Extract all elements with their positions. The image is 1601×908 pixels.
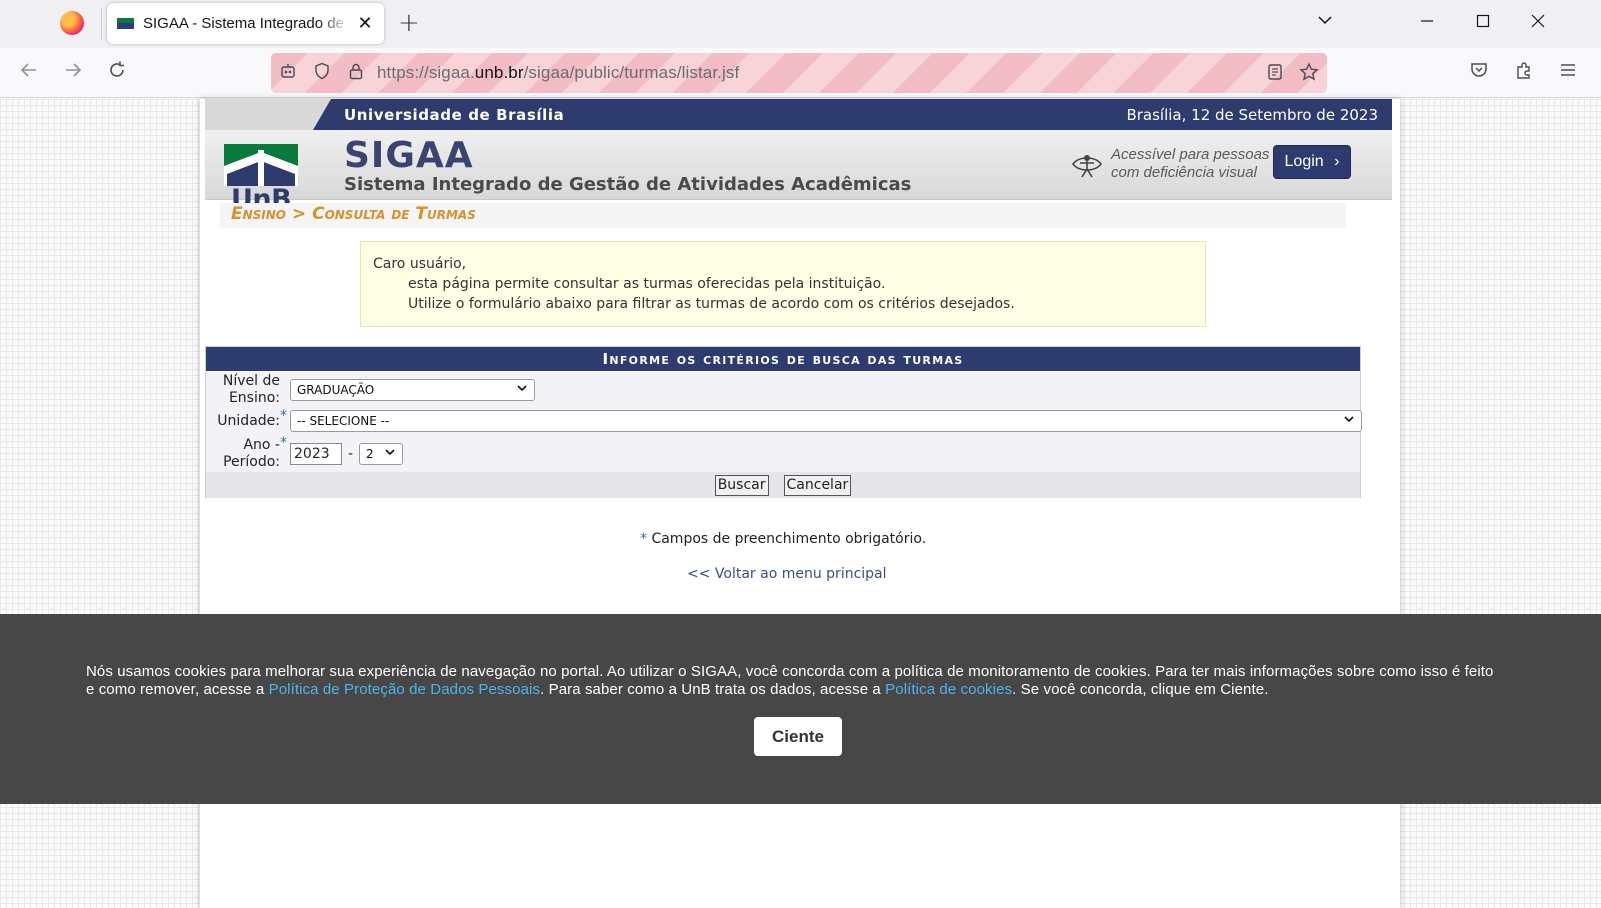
header-main: UnB SIGAA Sistema Integrado de Gestão de…: [205, 130, 1392, 215]
accessibility-text-line1: Acessível para pessoas: [1111, 146, 1270, 163]
cookie-banner: Nós usamos cookies para melhorar sua exp…: [0, 614, 1601, 804]
cancelar-button[interactable]: Cancelar: [783, 474, 852, 496]
browser-tab-bar: SIGAA - Sistema Integrado de Gestão de A…: [0, 0, 1601, 48]
unidade-value: -- SELECIONE --: [297, 414, 390, 428]
unb-logo: [224, 144, 298, 186]
row-nivel-ensino: Nível de Ensino: GRADUAÇÃO: [206, 373, 535, 407]
extensions-icon[interactable]: [1511, 60, 1537, 86]
new-tab-icon[interactable]: +: [398, 8, 420, 38]
address-bar[interactable]: https://sigaa.unb.br/sigaa/public/turmas…: [271, 53, 1327, 93]
periodo-select[interactable]: 2: [359, 443, 403, 465]
ano-input[interactable]: 2023: [290, 443, 342, 465]
chevron-down-icon: [517, 382, 527, 396]
pocket-icon[interactable]: [1466, 60, 1492, 86]
buscar-button[interactable]: Buscar: [714, 474, 769, 496]
system-name: SIGAA: [344, 135, 474, 176]
tab-title: SIGAA - Sistema Integrado de Gestão de A…: [143, 15, 350, 32]
reload-icon[interactable]: [104, 60, 130, 86]
required-star-icon: *: [280, 435, 287, 451]
periodo-value: 2: [366, 447, 374, 461]
forward-icon[interactable]: [60, 60, 86, 86]
reader-view-icon[interactable]: [1265, 62, 1285, 87]
chevron-down-icon: [385, 446, 395, 460]
nivel-ensino-select[interactable]: GRADUAÇÃO: [290, 379, 535, 401]
unidade-label: Unidade:: [217, 412, 280, 429]
notice-line-1: esta página permite consultar as turmas …: [408, 276, 886, 292]
notice-greeting: Caro usuário,: [373, 256, 467, 272]
login-button[interactable]: Login ›: [1273, 145, 1351, 179]
required-star-icon: *: [640, 531, 647, 547]
accessibility-text-line2: com deficiência visual: [1111, 164, 1257, 181]
row-unidade: Unidade: * -- SELECIONE --: [206, 408, 1362, 432]
url-domain: unb.br: [474, 63, 524, 82]
robot-icon[interactable]: [271, 62, 305, 85]
nivel-ensino-value: GRADUAÇÃO: [297, 383, 375, 397]
ciente-button[interactable]: Ciente: [754, 717, 842, 756]
maximize-icon[interactable]: [1468, 8, 1498, 38]
chevron-down-icon: [1344, 413, 1354, 427]
accessibility-link[interactable]: Acessível para pessoas com deficiência v…: [1071, 146, 1269, 182]
row-ano-periodo: Ano - Período: * 2023 - 2: [206, 435, 403, 471]
header-top-left: [205, 99, 313, 130]
list-all-tabs-icon[interactable]: [1310, 8, 1340, 38]
cookie-text-part-3: . Se você concorda, clique em Ciente.: [1012, 681, 1269, 698]
notice-line-2: Utilize o formulário abaixo para filtrar…: [408, 296, 1015, 312]
tab-close-icon[interactable]: ✕: [356, 14, 374, 33]
accessibility-eye-icon: [1071, 155, 1103, 178]
url-path: /sigaa/public/turmas/listar.jsf: [523, 63, 740, 82]
bookmark-star-icon[interactable]: [1299, 62, 1319, 87]
info-notice: Caro usuário, esta página permite consul…: [360, 241, 1206, 327]
nivel-ensino-label: Nível de Ensino:: [222, 373, 280, 406]
menu-hamburger-icon[interactable]: [1555, 60, 1581, 86]
cookie-policy-link[interactable]: Política de cookies: [885, 681, 1012, 698]
back-to-menu-link[interactable]: << Voltar ao menu principal: [687, 566, 887, 582]
tab-separator: [101, 8, 102, 40]
header-top-bar: Universidade de Brasília Brasília, 12 de…: [205, 99, 1392, 130]
minimize-icon[interactable]: [1412, 8, 1442, 38]
unidade-select[interactable]: -- SELECIONE --: [290, 410, 1362, 432]
ano-periodo-separator: -: [347, 446, 354, 462]
url-text[interactable]: https://sigaa.unb.br/sigaa/public/turmas…: [377, 63, 739, 83]
system-full-name: Sistema Integrado de Gestão de Atividade…: [344, 174, 912, 195]
browser-nav-bar: https://sigaa.unb.br/sigaa/public/turmas…: [0, 48, 1601, 98]
form-buttons: Buscar Cancelar: [206, 472, 1360, 498]
lock-icon[interactable]: [339, 62, 373, 85]
firefox-icon[interactable]: [60, 11, 84, 35]
search-form: Informe os critérios de busca das turmas…: [205, 346, 1362, 498]
privacy-policy-link[interactable]: Política de Proteção de Dados Pessoais: [269, 681, 540, 698]
browser-tab[interactable]: SIGAA - Sistema Integrado de Gestão de A…: [107, 3, 384, 44]
breadcrumb: Ensino > Consulta de Turmas: [220, 203, 1346, 228]
cookie-text: Nós usamos cookies para melhorar sua exp…: [86, 663, 1506, 699]
url-prefix: https://sigaa.: [377, 63, 475, 82]
cookie-text-part-2: . Para saber como a UnB trata os dados, …: [540, 681, 886, 698]
form-caption: Informe os critérios de busca das turmas: [206, 347, 1360, 371]
unb-favicon-icon: [117, 18, 134, 29]
header-top-notch: [313, 99, 331, 130]
required-star-icon: *: [280, 408, 287, 424]
back-icon[interactable]: [16, 60, 42, 86]
shield-icon[interactable]: [305, 62, 339, 85]
chevron-right-icon: ›: [1334, 153, 1340, 170]
university-name: Universidade de Brasília: [344, 106, 565, 124]
required-fields-note: * Campos de preenchimento obrigatório.: [640, 531, 926, 547]
current-date: Brasília, 12 de Setembro de 2023: [1126, 106, 1378, 124]
close-window-icon[interactable]: [1523, 8, 1553, 38]
ano-periodo-label: Ano - Período:: [223, 437, 280, 470]
login-label: Login: [1284, 153, 1324, 170]
required-note-text: Campos de preenchimento obrigatório.: [651, 531, 927, 547]
